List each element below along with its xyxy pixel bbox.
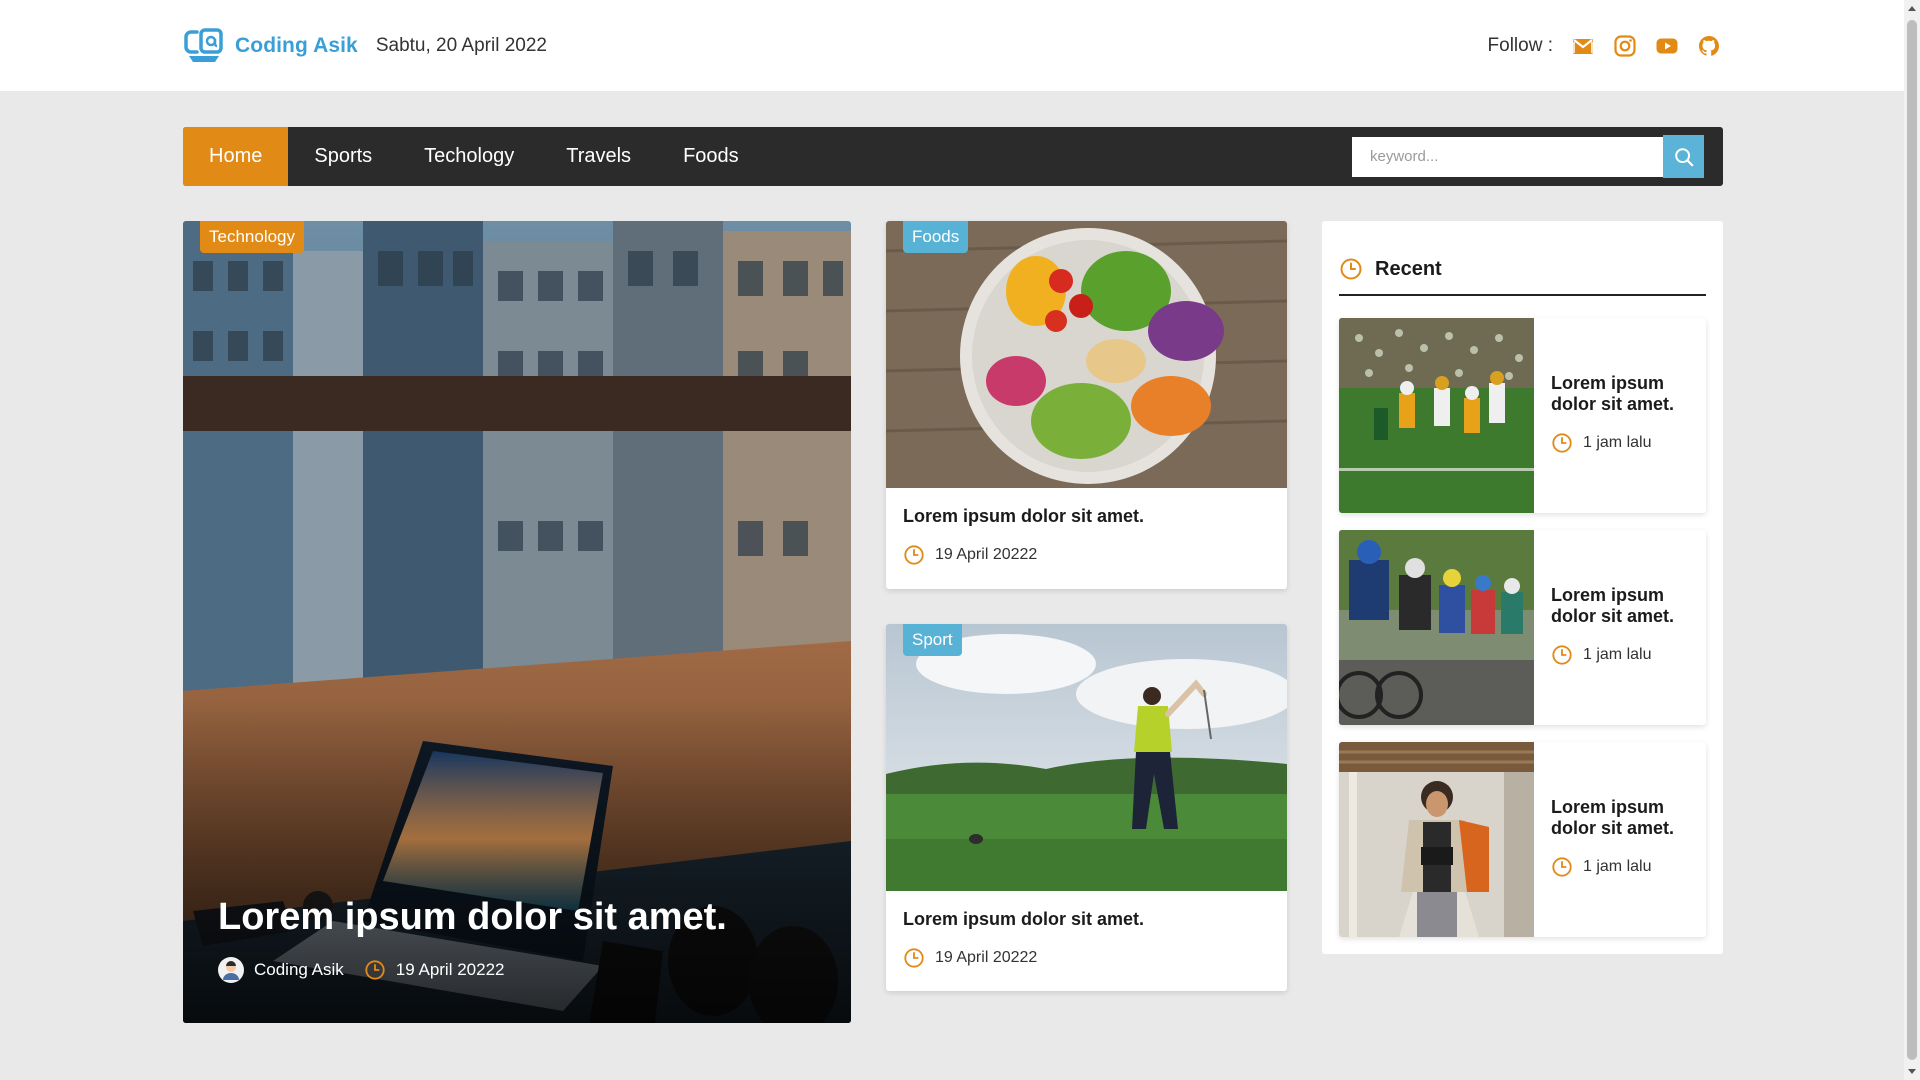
hero-meta: Coding Asik 19 April 20222	[218, 957, 504, 983]
logo-text: Coding Asik	[235, 33, 358, 57]
recent-panel: Recent Lorem ipsum dolor sit amet. 1 jam…	[1322, 221, 1723, 954]
hero-category-badge[interactable]: Technology	[200, 221, 305, 253]
nav-item-sports[interactable]: Sports	[288, 127, 398, 186]
nav-item-foods[interactable]: Foods	[657, 127, 765, 186]
avatar	[218, 957, 244, 983]
traveler-image	[1339, 742, 1534, 937]
clock-icon	[1552, 433, 1572, 453]
football-image	[1339, 318, 1534, 513]
article-card[interactable]: Foods Lorem ipsum dolor sit amet. 19 Apr…	[886, 221, 1287, 589]
recent-item-time: 1 jam lalu	[1583, 646, 1652, 663]
scroll-up-arrow-icon[interactable]	[1908, 6, 1916, 11]
header-date: Sabtu, 20 April 2022	[375, 34, 547, 56]
article-card[interactable]: Sport Lorem ipsum dolor sit amet. 19 Apr…	[886, 624, 1287, 991]
clock-icon	[904, 948, 924, 968]
clock-icon	[1552, 645, 1572, 665]
recent-item[interactable]: Lorem ipsum dolor sit amet. 1 jam lalu	[1339, 742, 1706, 937]
card-title[interactable]: Lorem ipsum dolor sit amet.	[903, 909, 1144, 930]
hero-date: 19 April 20222	[395, 960, 505, 979]
card-category-badge[interactable]: Sport	[903, 624, 962, 656]
nav-item-travels[interactable]: Travels	[540, 127, 657, 186]
nav-item-techology[interactable]: Techology	[398, 127, 540, 186]
logo[interactable]: Coding Asik	[183, 26, 358, 66]
github-icon[interactable]	[1697, 34, 1721, 58]
top-header: Coding Asik Sabtu, 20 April 2022 Follow …	[0, 0, 1904, 91]
youtube-icon[interactable]	[1655, 34, 1679, 58]
recent-item-time: 1 jam lalu	[1583, 858, 1652, 875]
gmail-icon[interactable]	[1571, 34, 1595, 58]
cycling-image	[1339, 530, 1534, 725]
recent-item-title: Lorem ipsum dolor sit amet.	[1551, 797, 1675, 838]
hero-article[interactable]: Technology Lorem ipsum dolor sit amet. C…	[183, 221, 851, 1023]
card-meta: 19 April 20222	[903, 544, 1037, 566]
card-title[interactable]: Lorem ipsum dolor sit amet.	[903, 506, 1144, 527]
follow-label: Follow :	[1487, 34, 1553, 56]
scroll-thumb[interactable]	[1907, 20, 1917, 1060]
clock-icon	[1552, 857, 1572, 877]
recent-item-title: Lorem ipsum dolor sit amet.	[1551, 373, 1675, 414]
recent-item-time: 1 jam lalu	[1583, 434, 1652, 451]
recent-item-meta: 1 jam lalu	[1551, 432, 1651, 454]
hero-title[interactable]: Lorem ipsum dolor sit amet.	[218, 896, 831, 939]
search-button[interactable]	[1663, 135, 1704, 178]
golf-image	[886, 624, 1287, 891]
card-date: 19 April 20222	[935, 949, 1038, 966]
vertical-scrollbar[interactable]	[1904, 0, 1920, 1080]
recent-item[interactable]: Lorem ipsum dolor sit amet. 1 jam lalu	[1339, 318, 1706, 513]
recent-item[interactable]: Lorem ipsum dolor sit amet. 1 jam lalu	[1339, 530, 1706, 725]
card-date: 19 April 20222	[935, 546, 1038, 563]
instagram-icon[interactable]	[1613, 34, 1637, 58]
clock-icon	[904, 545, 924, 565]
main-nav: Home Sports Techology Travels Foods	[183, 127, 1723, 186]
clock-icon	[1340, 258, 1362, 280]
logo-icon	[184, 27, 223, 62]
recent-header: Recent	[1339, 256, 1706, 296]
search-input[interactable]	[1352, 136, 1663, 177]
search-icon	[1674, 147, 1693, 166]
scroll-down-arrow-icon[interactable]	[1908, 1069, 1916, 1074]
recent-item-meta: 1 jam lalu	[1551, 644, 1651, 666]
recent-title: Recent	[1375, 257, 1442, 280]
recent-item-meta: 1 jam lalu	[1551, 856, 1651, 878]
card-meta: 19 April 20222	[903, 947, 1037, 969]
food-image	[886, 221, 1287, 488]
card-category-badge[interactable]: Foods	[903, 221, 969, 253]
follow-links: Follow :	[1488, 34, 1721, 58]
search-box	[1352, 135, 1704, 178]
clock-icon	[365, 960, 385, 980]
hero-author: Coding Asik	[254, 960, 344, 979]
recent-item-title: Lorem ipsum dolor sit amet.	[1551, 585, 1675, 626]
nav-item-home[interactable]: Home	[183, 127, 289, 186]
